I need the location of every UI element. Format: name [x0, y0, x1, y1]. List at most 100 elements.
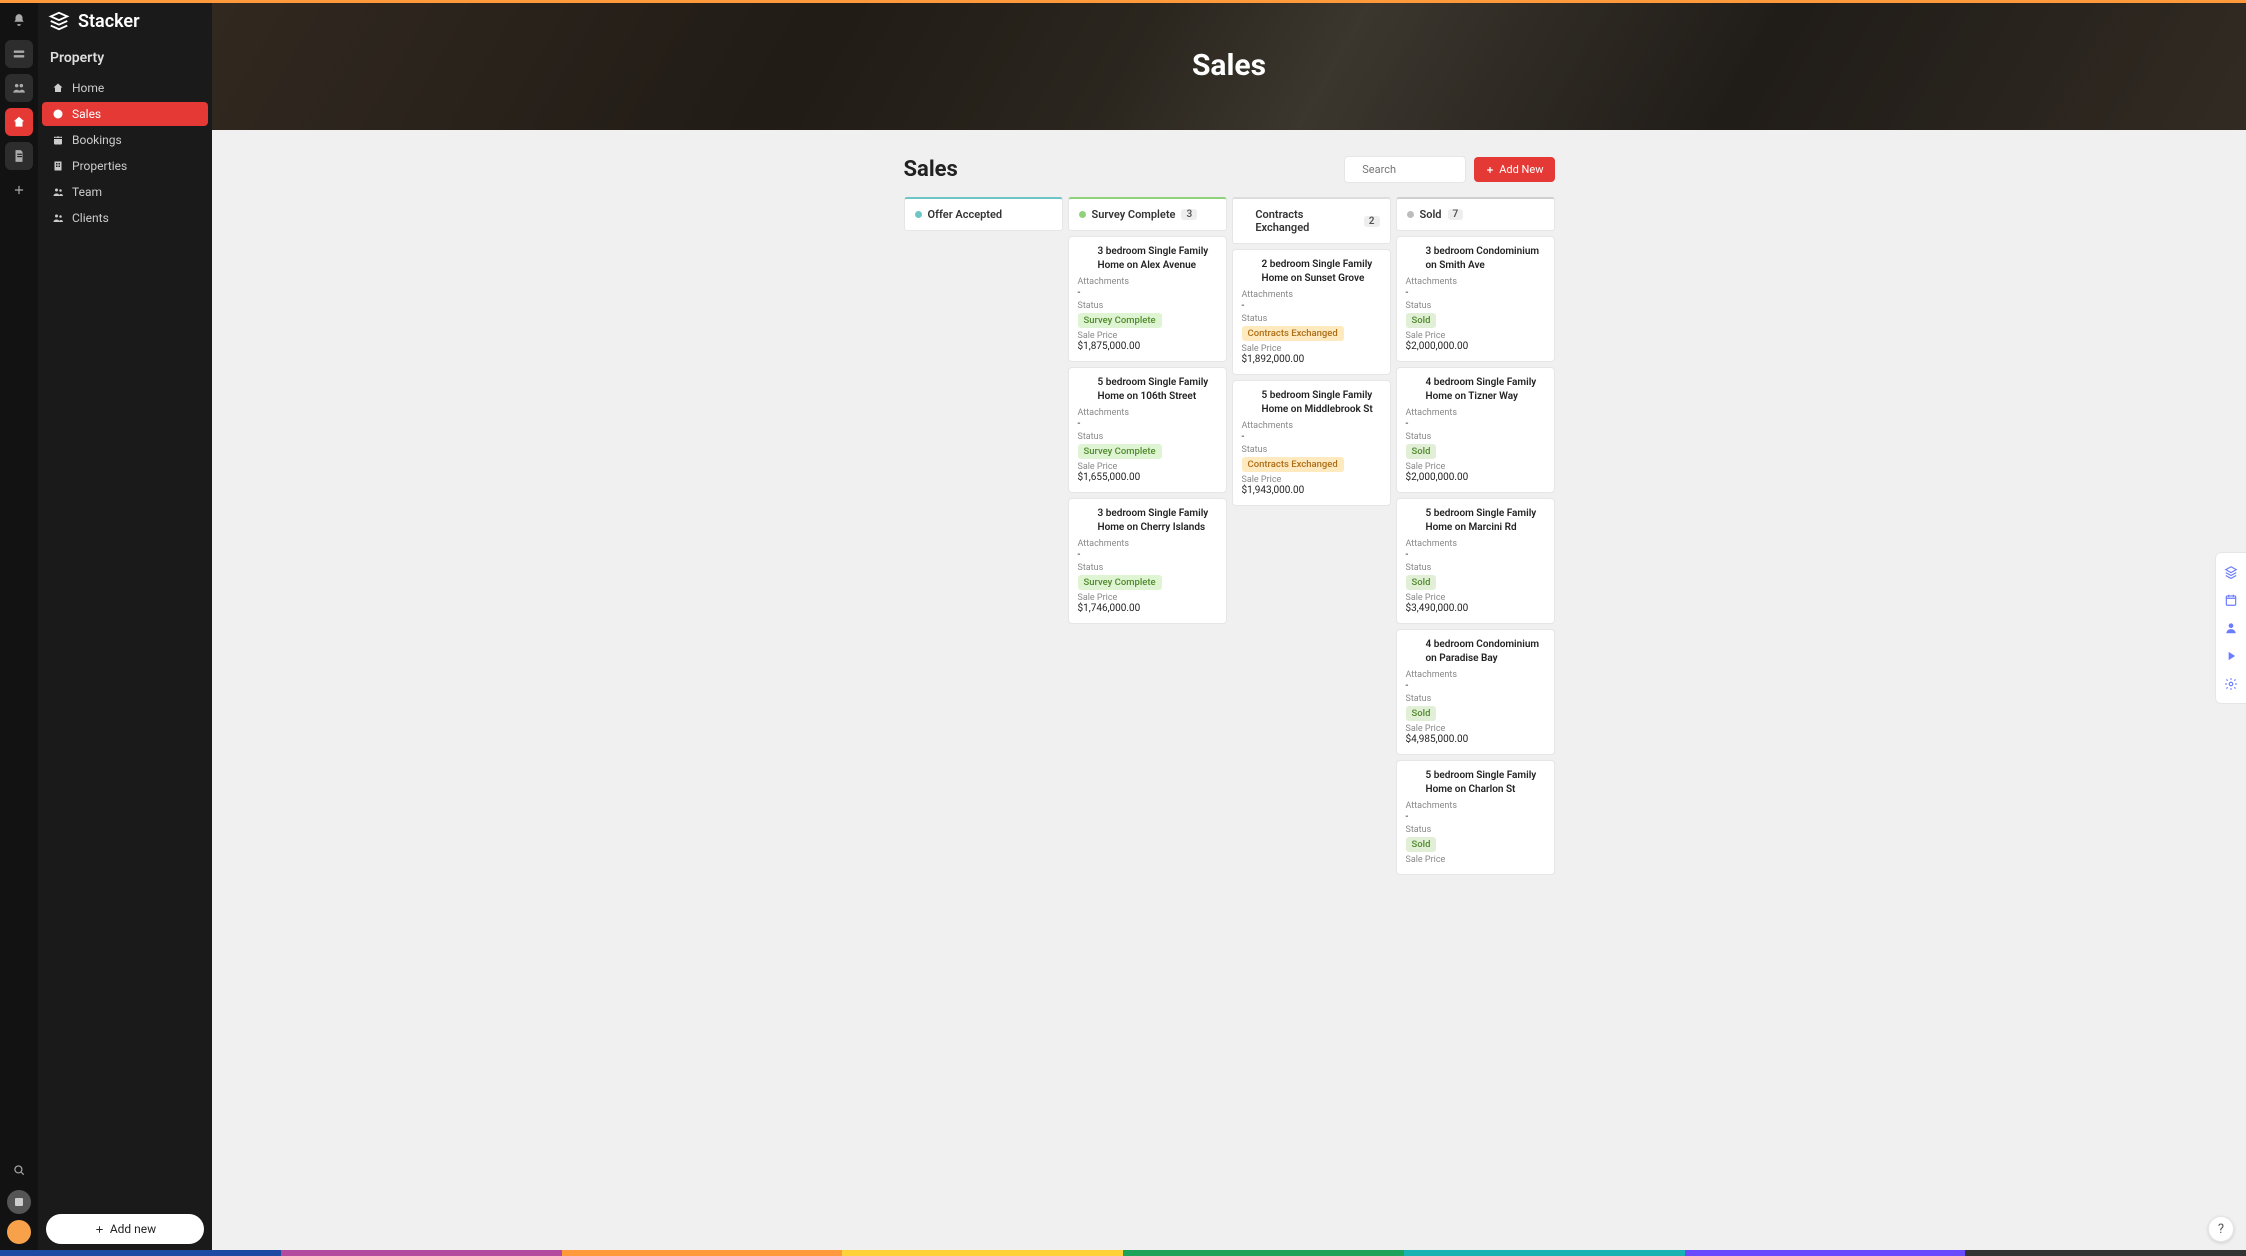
- stacker-logo-icon: [48, 10, 70, 32]
- column-title: Survey Complete: [1092, 208, 1176, 221]
- column-cards: 2 bedroom Single Family Home on Sunset G…: [1232, 249, 1391, 506]
- search-field[interactable]: [1344, 156, 1466, 183]
- add-new-button[interactable]: Add New: [1474, 157, 1554, 182]
- card-title: 5 bedroom Single Family Home on 106th St…: [1098, 376, 1217, 403]
- right-tool-settings[interactable]: [2222, 675, 2240, 693]
- status-badge: Sold: [1406, 575, 1437, 590]
- accent-segment: [1404, 1250, 1685, 1256]
- field-label-status: Status: [1078, 301, 1217, 311]
- alert-icon: [52, 108, 64, 120]
- user-icon: [2224, 621, 2238, 635]
- price-value: $1,943,000.00: [1242, 485, 1381, 496]
- plus-icon: [94, 1224, 105, 1235]
- sale-card[interactable]: 3 bedroom Condominium on Smith AveAttach…: [1396, 236, 1555, 362]
- sidebar-item-properties[interactable]: Properties: [42, 154, 208, 178]
- field-label-status: Status: [1242, 314, 1381, 324]
- window-top-accent: [0, 0, 2246, 3]
- field-label-price: Sale Price: [1406, 593, 1545, 603]
- sidebar-add-new-button[interactable]: Add new: [46, 1214, 204, 1244]
- field-label-attachments: Attachments: [1078, 539, 1217, 549]
- sale-card[interactable]: 5 bedroom Single Family Home on Middlebr…: [1232, 380, 1391, 506]
- column-title: Offer Accepted: [928, 208, 1003, 221]
- sidebar: Stacker Property HomeSalesBookingsProper…: [38, 0, 212, 1256]
- calendar-icon: [2224, 593, 2238, 607]
- sidebar-item-sales[interactable]: Sales: [42, 102, 208, 126]
- column-count: 7: [1448, 209, 1464, 220]
- sidebar-item-bookings[interactable]: Bookings: [42, 128, 208, 152]
- column-header[interactable]: Survey Complete 3: [1068, 197, 1227, 231]
- field-label-status: Status: [1078, 563, 1217, 573]
- sidebar-item-home[interactable]: Home: [42, 76, 208, 100]
- calendar-icon: [52, 134, 64, 146]
- building-icon: [52, 160, 64, 172]
- field-label-status: Status: [1406, 563, 1545, 573]
- column-survey: Survey Complete 3 3 bedroom Single Family …: [1068, 197, 1227, 624]
- brand-logo[interactable]: Stacker: [38, 0, 212, 42]
- sale-card[interactable]: 4 bedroom Condominium on Paradise BayAtt…: [1396, 629, 1555, 755]
- sale-card[interactable]: 3 bedroom Single Family Home on Alex Ave…: [1068, 236, 1227, 362]
- users-icon: [52, 186, 64, 198]
- rail-app-home-icon[interactable]: [5, 108, 33, 136]
- notifications-icon[interactable]: [5, 6, 33, 34]
- field-label-price: Sale Price: [1406, 331, 1545, 341]
- rail-secondary-avatar[interactable]: [7, 1190, 31, 1214]
- sidebar-item-label: Sales: [72, 107, 101, 121]
- rail-search-icon[interactable]: [5, 1156, 33, 1184]
- right-tool-user[interactable]: [2222, 619, 2240, 637]
- card-title: 3 bedroom Condominium on Smith Ave: [1426, 245, 1545, 272]
- help-button[interactable]: ?: [2208, 1216, 2234, 1242]
- attachments-value: -: [1406, 549, 1545, 560]
- field-label-price: Sale Price: [1242, 475, 1381, 485]
- sidebar-item-clients[interactable]: Clients: [42, 206, 208, 230]
- field-label-price: Sale Price: [1406, 724, 1545, 734]
- card-title: 5 bedroom Single Family Home on Marcini …: [1426, 507, 1545, 534]
- users-icon: [52, 212, 64, 224]
- price-value: $1,875,000.00: [1078, 341, 1217, 352]
- accent-segment: [1685, 1250, 1966, 1256]
- field-label-status: Status: [1406, 301, 1545, 311]
- sale-card[interactable]: 5 bedroom Single Family Home on Marcini …: [1396, 498, 1555, 624]
- status-dot-icon: [1243, 218, 1250, 225]
- column-count: 3: [1181, 209, 1197, 220]
- gear-icon: [2224, 677, 2238, 691]
- accent-segment: [1965, 1250, 2246, 1256]
- field-label-attachments: Attachments: [1242, 421, 1381, 431]
- card-title: 4 bedroom Single Family Home on Tizner W…: [1426, 376, 1545, 403]
- status-badge: Sold: [1406, 313, 1437, 328]
- add-new-label: Add New: [1499, 163, 1543, 176]
- sale-card[interactable]: 5 bedroom Single Family Home on Charlon …: [1396, 760, 1555, 875]
- user-avatar[interactable]: [7, 1220, 31, 1244]
- rail-add-icon[interactable]: [5, 176, 33, 204]
- sale-card[interactable]: 3 bedroom Single Family Home on Cherry I…: [1068, 498, 1227, 624]
- sale-card[interactable]: 4 bedroom Single Family Home on Tizner W…: [1396, 367, 1555, 493]
- column-header[interactable]: Sold 7: [1396, 197, 1555, 231]
- rail-app-people-icon[interactable]: [5, 74, 33, 102]
- rail-app-doc-icon[interactable]: [5, 142, 33, 170]
- sale-card[interactable]: 2 bedroom Single Family Home on Sunset G…: [1232, 249, 1391, 375]
- column-cards: 3 bedroom Condominium on Smith AveAttach…: [1396, 236, 1555, 875]
- accent-segment: [1123, 1250, 1404, 1256]
- column-title: Sold: [1420, 208, 1442, 221]
- right-tool-layers[interactable]: [2222, 563, 2240, 581]
- play-icon: [2224, 649, 2238, 663]
- sidebar-item-label: Bookings: [72, 133, 122, 147]
- sale-card[interactable]: 5 bedroom Single Family Home on 106th St…: [1068, 367, 1227, 493]
- status-badge: Sold: [1406, 444, 1437, 459]
- column-sold: Sold 7 3 bedroom Condominium on Smith AveA…: [1396, 197, 1555, 875]
- rail-app-badge-icon[interactable]: [5, 40, 33, 68]
- column-header[interactable]: Contracts Exchanged2: [1232, 197, 1391, 244]
- content-scroll: Sales Add New Offer AcceptedSurvey Compl…: [212, 130, 2246, 1256]
- card-title: 2 bedroom Single Family Home on Sunset G…: [1262, 258, 1381, 285]
- field-label-attachments: Attachments: [1078, 408, 1217, 418]
- app-rail: [0, 0, 38, 1256]
- field-label-status: Status: [1242, 445, 1381, 455]
- right-tool-play[interactable]: [2222, 647, 2240, 665]
- attachments-value: -: [1078, 418, 1217, 429]
- sidebar-item-label: Clients: [72, 211, 109, 225]
- column-header[interactable]: Offer Accepted: [904, 197, 1063, 231]
- sidebar-item-team[interactable]: Team: [42, 180, 208, 204]
- status-dot-icon: [915, 211, 922, 218]
- field-label-status: Status: [1078, 432, 1217, 442]
- right-tool-calendar[interactable]: [2222, 591, 2240, 609]
- home-icon: [52, 82, 64, 94]
